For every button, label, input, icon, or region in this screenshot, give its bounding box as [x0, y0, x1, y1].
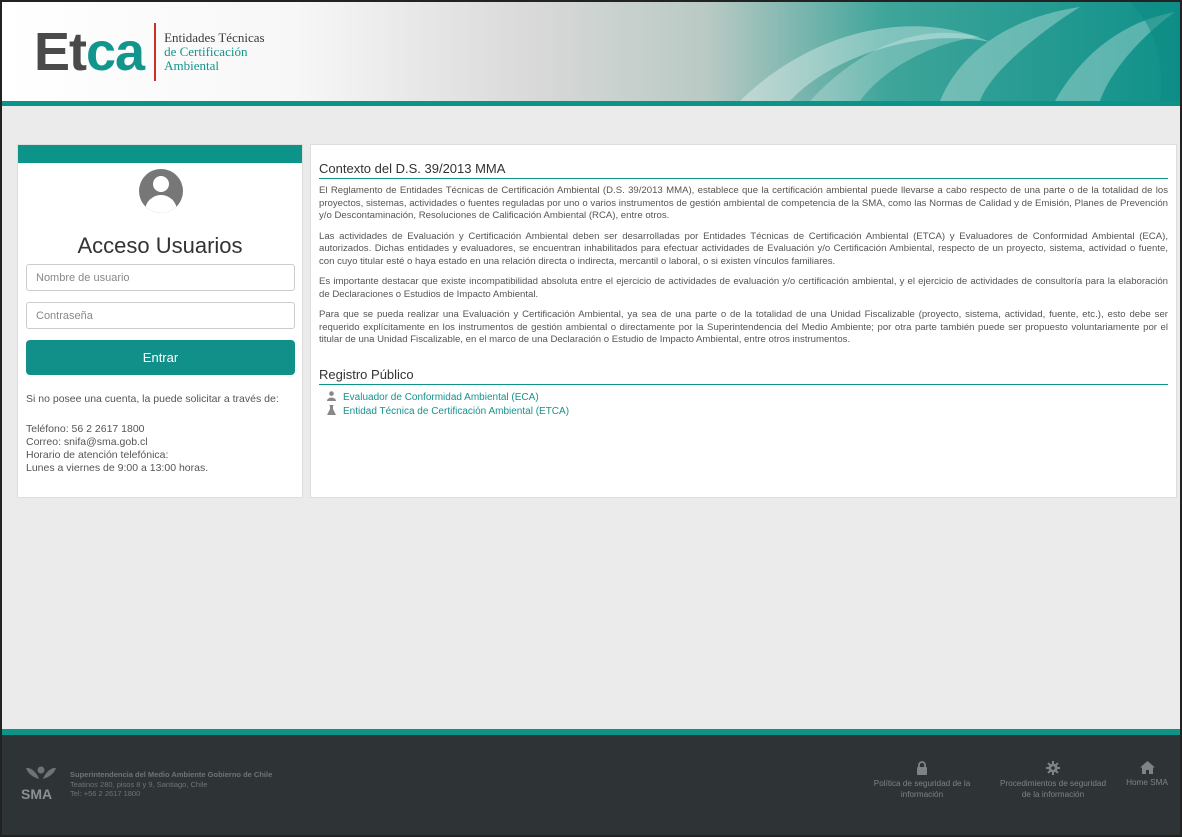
account-request-text: Si no posee una cuenta, la puede solicit…	[26, 393, 279, 405]
user-avatar-icon	[139, 169, 183, 213]
sma-leaf-icon	[26, 766, 56, 779]
user-icon	[325, 390, 337, 405]
footer-link-security-policy[interactable]: Política de seguridad de la información	[864, 761, 980, 800]
sma-wordmark: SMA	[21, 786, 53, 802]
flask-icon	[325, 404, 337, 419]
contact-email: Correo: snifa@sma.gob.cl	[26, 436, 148, 448]
hours-label: Horario de atención telefónica:	[26, 449, 169, 461]
registry-link-etca[interactable]: Entidad Técnica de Certificación Ambient…	[325, 404, 1168, 419]
home-icon	[1139, 761, 1155, 774]
sma-logo[interactable]: SMA	[21, 765, 61, 801]
password-input[interactable]	[26, 302, 295, 329]
content-panel: Contexto del D.S. 39/2013 MMA El Reglame…	[310, 144, 1177, 498]
login-panel-topbar	[18, 145, 302, 163]
gear-icon	[1046, 761, 1060, 775]
header-leaf-decoration	[740, 2, 1180, 101]
org-phone: Tel: +56 2 2617 1800	[70, 789, 141, 798]
registry-title: Registro Público	[319, 367, 1168, 385]
logo-tagline: Entidades Técnicas de Certificación Ambi…	[164, 30, 265, 73]
logo-divider	[154, 23, 157, 81]
context-paragraph: Para que se pueda realizar una Evaluació…	[319, 309, 1168, 345]
context-paragraph: Las actividades de Evaluación y Certific…	[319, 230, 1168, 267]
footer-link-security-procedures[interactable]: Procedimientos de seguridad de la inform…	[990, 761, 1116, 800]
registry-link-label: Evaluador de Conformidad Ambiental (ECA)	[343, 392, 539, 403]
lock-icon	[917, 761, 927, 775]
login-panel: Acceso Usuarios Entrar Si no posee una c…	[17, 144, 303, 498]
org-name: Superintendencia del Medio Ambiente Gobi…	[70, 770, 273, 779]
site-header: Etca Entidades Técnicas de Certificación…	[2, 2, 1180, 106]
context-paragraph: El Reglamento de Entidades Técnicas de C…	[319, 185, 1168, 221]
site-footer: SMA Superintendencia del Medio Ambiente …	[2, 729, 1180, 835]
logo-wordmark: Etca	[34, 22, 145, 82]
footer-link-home-sma[interactable]: Home SMA	[1119, 761, 1175, 788]
org-address: Teatinos 280, pisos 8 y 9, Santiago, Chi…	[70, 779, 208, 789]
footer-link-label: información	[900, 790, 944, 799]
context-title: Contexto del D.S. 39/2013 MMA	[319, 161, 1168, 179]
footer-link-label: Política de seguridad de la	[873, 779, 971, 788]
contact-phone: Teléfono: 56 2 2617 1800	[26, 423, 145, 435]
footer-link-label: Procedimientos de seguridad	[999, 779, 1107, 788]
username-input[interactable]	[26, 264, 295, 291]
login-submit-button[interactable]: Entrar	[26, 340, 295, 375]
registry-link-eca[interactable]: Evaluador de Conformidad Ambiental (ECA)	[325, 390, 1168, 405]
footer-link-label: de la información	[1021, 790, 1085, 799]
etca-logo[interactable]: Etca Entidades Técnicas de Certificación…	[34, 22, 265, 82]
context-paragraph: Es importante destacar que existe incomp…	[319, 276, 1168, 300]
org-info: Superintendencia del Medio Ambiente Gobi…	[70, 770, 272, 799]
footer-link-label: Home SMA	[1126, 778, 1168, 787]
login-title: Acceso Usuarios	[77, 233, 243, 258]
hours-value: Lunes a viernes de 9:00 a 13:00 horas.	[26, 462, 209, 474]
registry-link-label: Entidad Técnica de Certificación Ambient…	[343, 406, 570, 417]
